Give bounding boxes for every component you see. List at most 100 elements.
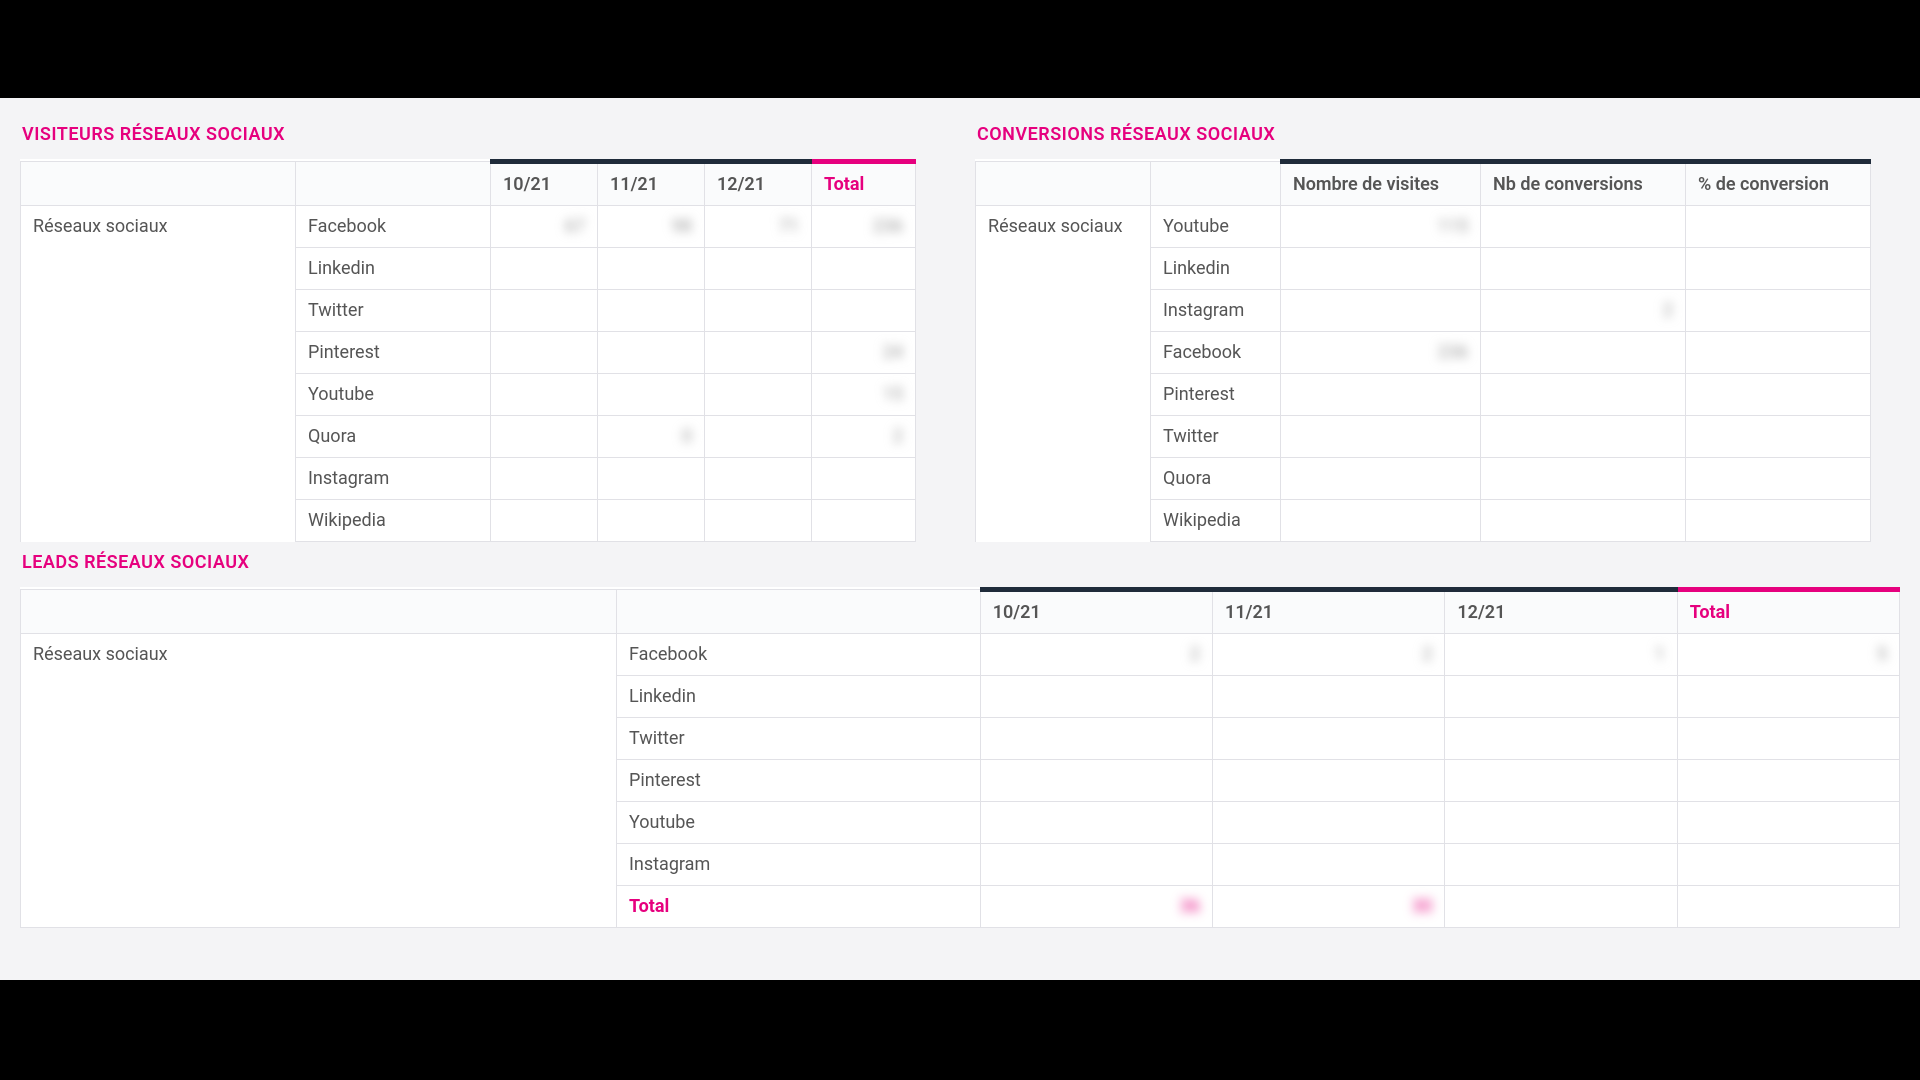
table-row: Réseaux sociauxFacebook679871236: [21, 206, 916, 248]
row-name: Linkedin: [1151, 248, 1281, 290]
cell: [1445, 676, 1677, 718]
cell: [1213, 718, 1445, 760]
cell: 1: [1445, 634, 1677, 676]
cell: [598, 332, 705, 374]
cell-total: [812, 458, 916, 500]
cell: [1445, 844, 1677, 886]
col-blank: [21, 590, 617, 634]
cell: [1445, 718, 1677, 760]
col-1021[interactable]: 10/21: [491, 162, 598, 206]
col-1021[interactable]: 10/21: [980, 590, 1212, 634]
col-1221[interactable]: 12/21: [1445, 590, 1677, 634]
cell: [980, 676, 1212, 718]
cell: 115: [1281, 206, 1481, 248]
cell: [491, 248, 598, 290]
col-1221[interactable]: 12/21: [705, 162, 812, 206]
row-name: Wikipedia: [296, 500, 491, 542]
row-name: Linkedin: [617, 676, 981, 718]
cell: [1686, 416, 1871, 458]
cell-total: [812, 248, 916, 290]
cell: [1481, 206, 1686, 248]
row-name: Youtube: [1151, 206, 1281, 248]
row-name: Facebook: [1151, 332, 1281, 374]
col-pct[interactable]: % de conversion: [1686, 162, 1871, 206]
col-1121[interactable]: 11/21: [598, 162, 705, 206]
visiteurs-title: VISITEURS RÉSEAUX SOCIAUX: [22, 124, 945, 145]
cell: 36: [980, 886, 1212, 928]
cell: 0,00 %: [1686, 542, 1871, 543]
cell: [1213, 676, 1445, 718]
row-name: Quora: [1151, 458, 1281, 500]
cell-total: 5: [1677, 634, 1899, 676]
conversions-title: CONVERSIONS RÉSEAUX SOCIAUX: [977, 124, 1900, 145]
cell: [1213, 802, 1445, 844]
cell: [491, 374, 598, 416]
cell: [598, 500, 705, 542]
cell-total: [812, 290, 916, 332]
col-blank: [21, 162, 296, 206]
table-row: Réseaux sociauxFacebook2215: [21, 634, 1900, 676]
cell: [980, 802, 1212, 844]
col-1121[interactable]: 11/21: [1213, 590, 1445, 634]
conversions-card: CONVERSIONS RÉSEAUX SOCIAUX Nombre de vi…: [975, 118, 1900, 542]
col-blank2: [617, 590, 981, 634]
row-name: Twitter: [1151, 416, 1281, 458]
row-name: Instagram: [1151, 290, 1281, 332]
row-name: Instagram: [617, 844, 981, 886]
cell: [1686, 458, 1871, 500]
cell: 236: [1281, 332, 1481, 374]
cell: 4: [705, 542, 812, 543]
col-total[interactable]: Total: [812, 162, 916, 206]
visiteurs-card: VISITEURS RÉSEAUX SOCIAUX 10/21 11/21 12…: [20, 118, 945, 542]
cell: [1481, 542, 1686, 543]
col-visites[interactable]: Nombre de visites: [1281, 162, 1481, 206]
cell: [598, 248, 705, 290]
col-blank: [976, 162, 1151, 206]
col-conversions[interactable]: Nb de conversions: [1481, 162, 1686, 206]
cell: [705, 290, 812, 332]
row-name: Linkedin: [296, 248, 491, 290]
cell: [1686, 206, 1871, 248]
dashboard-canvas: VISITEURS RÉSEAUX SOCIAUX 10/21 11/21 12…: [0, 98, 1920, 980]
cell: [705, 374, 812, 416]
cell: [1445, 802, 1677, 844]
cell: [1481, 416, 1686, 458]
cell: [705, 248, 812, 290]
cell: [1686, 500, 1871, 542]
cell: [491, 500, 598, 542]
cell-total: [1677, 802, 1899, 844]
row-name: Twitter: [617, 718, 981, 760]
cell: [1686, 290, 1871, 332]
leads-card: LEADS RÉSEAUX SOCIAUX 10/21 11/21 12/21 …: [0, 542, 1920, 928]
leads-table: 10/21 11/21 12/21 Total Réseaux sociauxF…: [20, 587, 1900, 928]
cell: [1481, 332, 1686, 374]
cell: [598, 374, 705, 416]
cell: [491, 458, 598, 500]
cell: [980, 760, 1212, 802]
cell: [1281, 248, 1481, 290]
cell: 67: [491, 206, 598, 248]
cell: 2: [1213, 634, 1445, 676]
cell: [1686, 332, 1871, 374]
cell-total: [1677, 760, 1899, 802]
row-name: Facebook: [296, 206, 491, 248]
cell: [980, 718, 1212, 760]
cell: [1686, 374, 1871, 416]
table-header-row: 10/21 11/21 12/21 Total: [21, 162, 916, 206]
cell: [705, 332, 812, 374]
cell: [1481, 248, 1686, 290]
col-total[interactable]: Total: [1677, 590, 1899, 634]
row-name: Youtube: [296, 374, 491, 416]
cell-total: 15: [812, 374, 916, 416]
row-name: Youtube: [617, 802, 981, 844]
cell: [705, 500, 812, 542]
cell-total: [812, 500, 916, 542]
cell-total: 2: [812, 416, 916, 458]
cell: [491, 332, 598, 374]
cell: [1481, 500, 1686, 542]
cell: [1281, 290, 1481, 332]
row-name: Pinterest: [1151, 374, 1281, 416]
row-name: Facebook: [617, 634, 981, 676]
cell: [1281, 458, 1481, 500]
table-header-row: 10/21 11/21 12/21 Total: [21, 590, 1900, 634]
